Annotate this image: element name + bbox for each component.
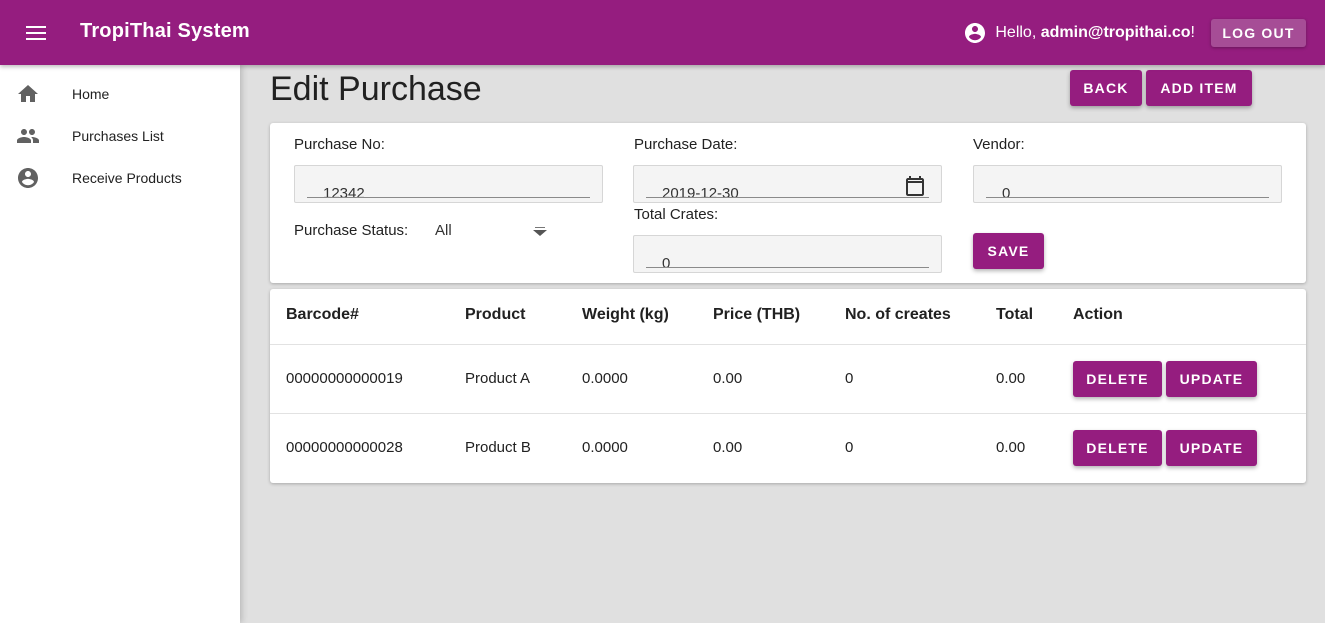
cell-weight: 0.0000 — [582, 370, 628, 387]
greeting-prefix: Hello, — [995, 24, 1041, 41]
delete-button[interactable]: DELETE — [1073, 430, 1162, 466]
purchase-date-field[interactable]: 2019-12-30 — [633, 165, 942, 203]
update-button[interactable]: UPDATE — [1166, 361, 1257, 397]
sidebar-item-label: Purchases List — [72, 128, 164, 144]
user-email: admin@tropithai.co — [1040, 24, 1191, 41]
row-divider — [270, 344, 1306, 345]
chevron-down-icon[interactable] — [533, 227, 547, 236]
greeting-suffix: ! — [1190, 24, 1195, 41]
people-icon — [17, 129, 39, 143]
vendor-value: 0 — [1002, 185, 1011, 202]
user-greeting: Hello, admin@tropithai.co! — [963, 21, 1195, 45]
vendor-label: Vendor: — [973, 136, 1025, 153]
menu-icon[interactable] — [22, 20, 50, 46]
cell-product: Product B — [465, 439, 531, 456]
total-crates-value: 0 — [662, 255, 671, 272]
column-header-price: Price (THB) — [713, 306, 801, 323]
cell-product: Product A — [465, 370, 531, 387]
column-header-total: Total — [996, 306, 1034, 323]
column-header-weight: Weight (kg) — [582, 306, 669, 323]
cell-barcode: 00000000000028 — [286, 439, 403, 456]
purchase-status-select[interactable]: All — [435, 222, 452, 239]
cell-price: 0.00 — [713, 439, 743, 456]
vendor-field[interactable]: 0 — [973, 165, 1282, 203]
sidebar-item-purchases-list[interactable]: Purchases List — [0, 115, 240, 157]
home-icon — [18, 85, 38, 102]
field-underline — [986, 197, 1269, 198]
sidebar: Home Purchases List Receive Products — [0, 65, 240, 623]
purchase-date-value: 2019-12-30 — [662, 185, 739, 202]
account-circle-icon — [18, 168, 38, 188]
update-button[interactable]: UPDATE — [1166, 430, 1257, 466]
sidebar-item-home[interactable]: Home — [0, 73, 240, 115]
account-circle-icon — [965, 23, 986, 43]
field-underline — [646, 197, 929, 198]
field-underline — [307, 197, 590, 198]
cell-barcode: 00000000000019 — [286, 370, 403, 387]
sidebar-item-receive-products[interactable]: Receive Products — [0, 157, 240, 199]
calendar-icon[interactable] — [903, 174, 927, 198]
cell-weight: 0.0000 — [582, 439, 628, 456]
cell-price: 0.00 — [713, 370, 743, 387]
sidebar-item-label: Home — [72, 86, 110, 102]
column-header-crates: No. of creates — [845, 306, 951, 323]
cell-total: 0.00 — [996, 439, 1026, 456]
app-title: TropiThai System — [80, 20, 250, 42]
add-item-button[interactable]: ADD ITEM — [1146, 70, 1252, 106]
field-underline — [646, 267, 929, 268]
purchase-no-field[interactable]: 12342 — [294, 165, 603, 203]
purchase-no-label: Purchase No: — [294, 136, 385, 153]
page-title: Edit Purchase — [270, 70, 482, 108]
back-button[interactable]: BACK — [1070, 70, 1142, 106]
cell-total: 0.00 — [996, 370, 1026, 387]
purchase-status-label: Purchase Status: — [294, 222, 409, 239]
column-header-product: Product — [465, 306, 526, 323]
total-crates-field[interactable]: 0 — [633, 235, 942, 273]
column-header-barcode: Barcode# — [286, 306, 359, 323]
row-divider — [270, 413, 1306, 414]
delete-button[interactable]: DELETE — [1073, 361, 1162, 397]
app-bar: TropiThai System Hello, admin@tropithai.… — [0, 0, 1325, 65]
purchase-date-label: Purchase Date: — [634, 136, 738, 153]
sidebar-item-label: Receive Products — [72, 170, 182, 186]
cell-crates: 0 — [845, 439, 854, 456]
total-crates-label: Total Crates: — [634, 206, 719, 223]
column-header-action: Action — [1073, 306, 1123, 323]
logout-button[interactable]: LOG OUT — [1211, 19, 1306, 47]
cell-crates: 0 — [845, 370, 854, 387]
purchase-no-value: 12342 — [323, 185, 365, 202]
save-button[interactable]: SAVE — [973, 233, 1044, 269]
